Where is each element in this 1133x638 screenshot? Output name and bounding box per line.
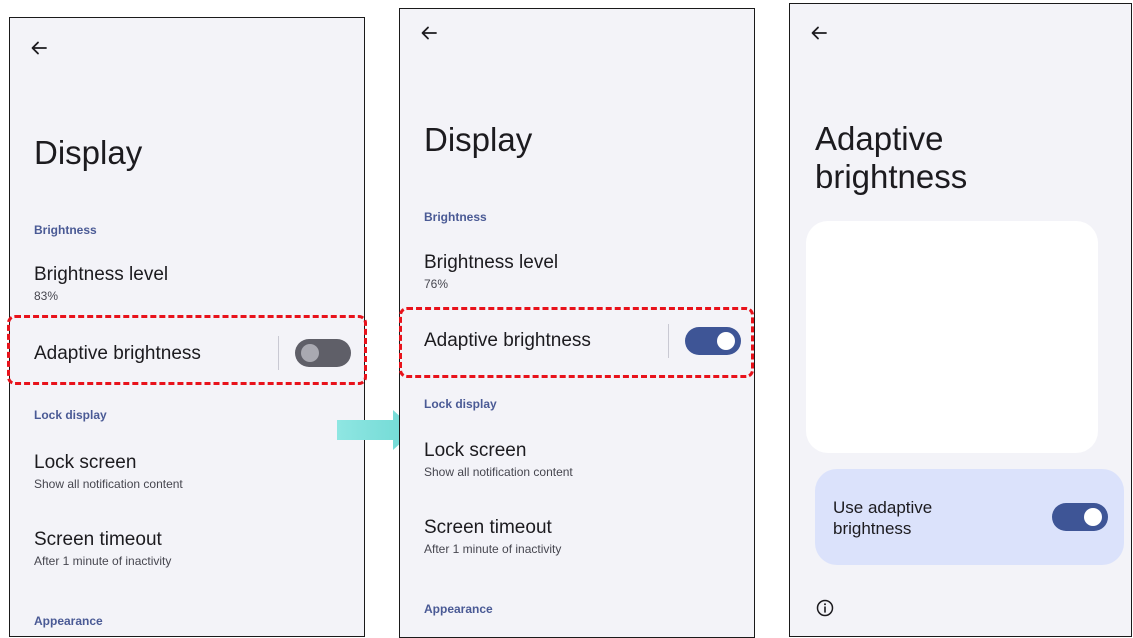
brightness-level-title: Brightness level — [424, 252, 559, 273]
section-header-appearance: Appearance — [34, 614, 103, 628]
back-arrow-icon[interactable] — [29, 38, 49, 58]
lock-screen-summary: Show all notification content — [34, 477, 183, 491]
section-header-brightness: Brightness — [424, 210, 487, 224]
illustration-card — [806, 221, 1098, 453]
switch-knob — [1084, 508, 1102, 526]
screen-timeout-title: Screen timeout — [424, 517, 552, 538]
brightness-level-title: Brightness level — [34, 264, 169, 285]
back-arrow-icon[interactable] — [419, 23, 439, 43]
section-header-brightness: Brightness — [34, 223, 97, 237]
screen-timeout-summary: After 1 minute of inactivity — [34, 554, 172, 568]
info-icon — [815, 598, 835, 618]
section-header-appearance: Appearance — [424, 602, 493, 616]
page-title-line2: brightness — [815, 157, 968, 195]
screen-timeout-summary: After 1 minute of inactivity — [424, 542, 562, 556]
use-adaptive-brightness-card[interactable]: Use adaptive brightness — [815, 469, 1124, 565]
brightness-level-value: 83% — [34, 289, 59, 303]
page-title: Display — [34, 134, 143, 171]
brightness-level-item[interactable]: Brightness level 76% — [424, 252, 558, 291]
lock-screen-title: Lock screen — [424, 440, 527, 461]
brightness-level-item[interactable]: Brightness level 83% — [34, 264, 168, 303]
lock-screen-summary: Show all notification content — [424, 465, 573, 479]
page-title: Adaptive brightness — [815, 120, 967, 196]
adaptive-brightness-screen: Adaptive brightness Use adaptive brightn… — [789, 3, 1132, 637]
page-title: Display — [424, 121, 533, 158]
screen-timeout-item[interactable]: Screen timeout After 1 minute of inactiv… — [424, 517, 561, 556]
section-header-lock-display: Lock display — [424, 397, 497, 411]
screen-timeout-title: Screen timeout — [34, 529, 162, 550]
page-title-line1: Adaptive — [815, 120, 944, 157]
highlight-box-after — [399, 307, 754, 378]
lock-screen-title: Lock screen — [34, 452, 137, 473]
use-adaptive-brightness-label: Use adaptive brightness — [833, 498, 933, 539]
back-arrow-icon[interactable] — [809, 23, 829, 43]
highlight-box-before — [7, 315, 367, 385]
section-header-lock-display: Lock display — [34, 408, 107, 422]
lock-screen-item[interactable]: Lock screen Show all notification conten… — [424, 440, 573, 479]
brightness-level-value: 76% — [424, 277, 449, 291]
lock-screen-item[interactable]: Lock screen Show all notification conten… — [34, 452, 183, 491]
use-adaptive-brightness-switch[interactable] — [1052, 503, 1108, 531]
screen-timeout-item[interactable]: Screen timeout After 1 minute of inactiv… — [34, 529, 171, 568]
